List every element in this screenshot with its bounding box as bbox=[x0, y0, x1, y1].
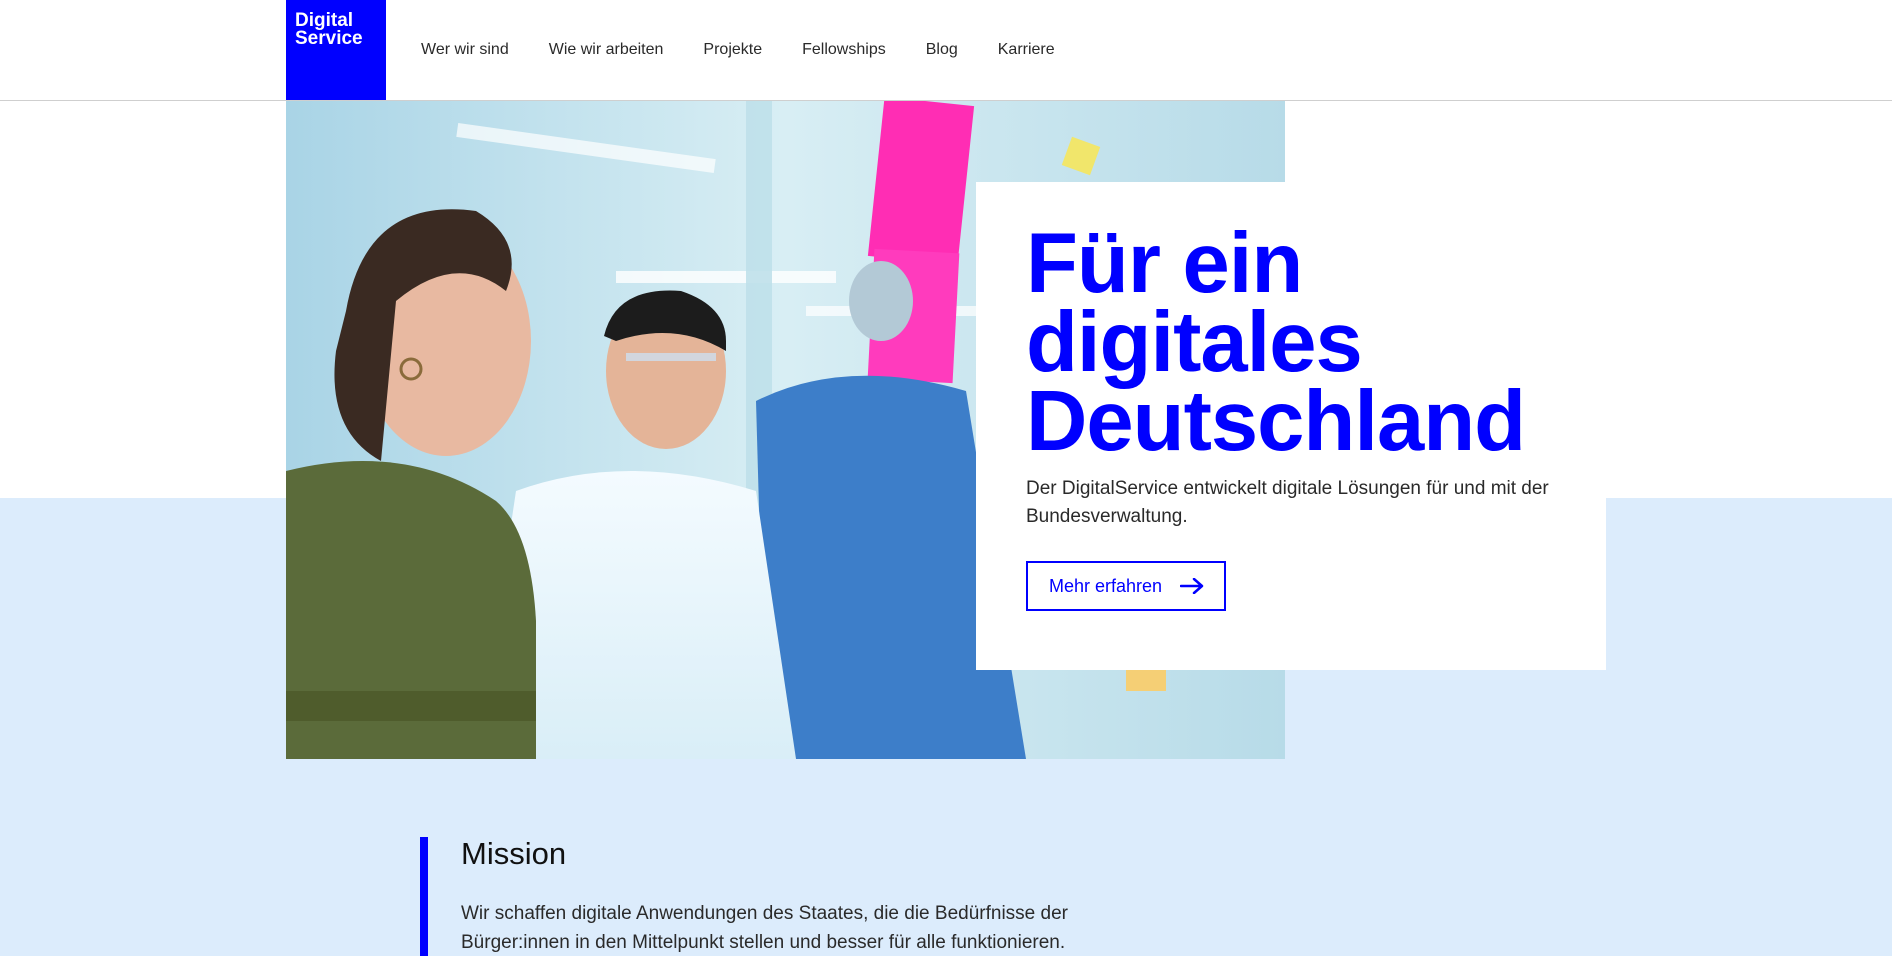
digitalservice-logo[interactable]: Digital Service bbox=[286, 0, 386, 100]
hero-title-line-3: Deutschland bbox=[1026, 374, 1526, 469]
hero-title-line-1: Für ein bbox=[1026, 216, 1303, 311]
mission-section: Mission Wir schaffen digitale Anwendunge… bbox=[420, 837, 1180, 956]
hero-title-line-2: digitales bbox=[1026, 295, 1363, 390]
hero-title: Für ein digitales Deutschland bbox=[1026, 216, 1556, 469]
main-navigation: Wer wir sind Wie wir arbeiten Projekte F… bbox=[421, 0, 1095, 100]
hero-description: Der DigitalService entwickelt digitale L… bbox=[1026, 478, 1549, 527]
nav-item-blog[interactable]: Blog bbox=[926, 41, 958, 59]
cta-label: Mehr erfahren bbox=[1049, 575, 1163, 596]
mission-text: Wir schaffen digitale Anwendungen des St… bbox=[461, 903, 1068, 953]
nav-item-projekte[interactable]: Projekte bbox=[703, 41, 762, 59]
hero-card: Für ein digitales Deutschland Der Digita… bbox=[976, 182, 1606, 670]
arrow-right-icon bbox=[1179, 577, 1204, 595]
logo-line-2: Service bbox=[295, 28, 363, 49]
nav-item-fellowships[interactable]: Fellowships bbox=[802, 41, 886, 59]
nav-item-karriere[interactable]: Karriere bbox=[998, 41, 1055, 59]
nav-item-wer-wir-sind[interactable]: Wer wir sind bbox=[421, 41, 509, 59]
nav-item-wie-wir-arbeiten[interactable]: Wie wir arbeiten bbox=[549, 41, 664, 59]
site-header: Digital Service Wer wir sind Wie wir arb… bbox=[0, 0, 1892, 101]
mehr-erfahren-button[interactable]: Mehr erfahren bbox=[1026, 561, 1227, 611]
page: Digital Service Wer wir sind Wie wir arb… bbox=[0, 0, 1892, 956]
mission-title: Mission bbox=[461, 836, 567, 871]
